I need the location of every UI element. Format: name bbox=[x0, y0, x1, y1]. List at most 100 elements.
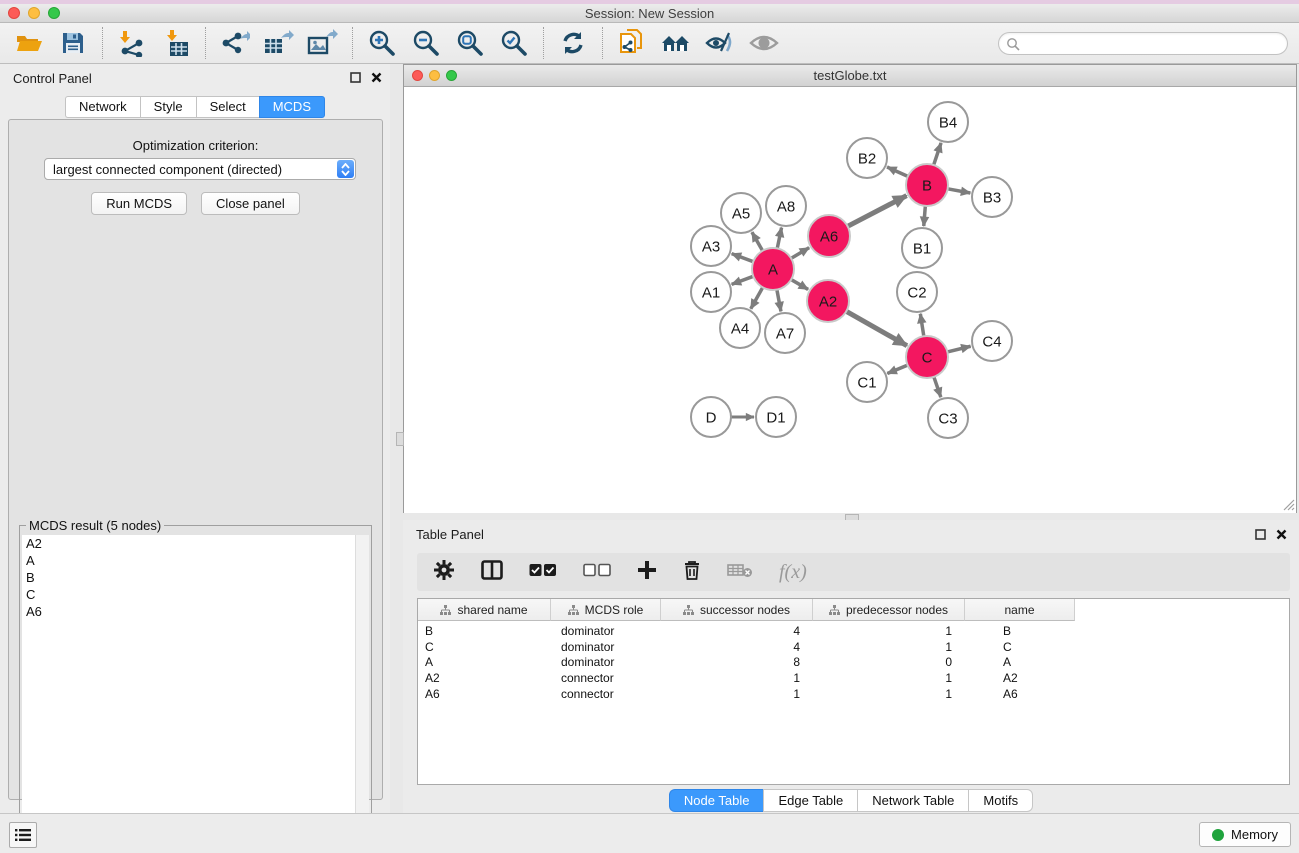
edge-A-A6[interactable] bbox=[791, 248, 809, 259]
titlebar[interactable]: Session: New Session bbox=[0, 4, 1299, 23]
node-C[interactable]: C bbox=[906, 336, 948, 378]
table-row[interactable]: Adominator80A bbox=[418, 654, 1075, 670]
node-A1[interactable]: A1 bbox=[691, 272, 731, 312]
cell-MCDS-role[interactable]: dominator bbox=[551, 639, 661, 655]
cell-predecessor-nodes[interactable]: 1 bbox=[813, 623, 965, 639]
cell-predecessor-nodes[interactable]: 1 bbox=[813, 639, 965, 655]
result-list-item[interactable]: A bbox=[22, 552, 357, 569]
node-A5[interactable]: A5 bbox=[721, 193, 761, 233]
import-table-icon[interactable] bbox=[159, 27, 193, 59]
result-scrollbar[interactable] bbox=[355, 535, 369, 853]
node-B[interactable]: B bbox=[906, 164, 948, 206]
edge-A-A4[interactable] bbox=[751, 287, 763, 308]
zoom-out-icon[interactable] bbox=[409, 27, 443, 59]
tab-mcds[interactable]: MCDS bbox=[259, 96, 325, 118]
cell-name[interactable]: A6 bbox=[965, 686, 1075, 702]
open-file-icon[interactable] bbox=[12, 27, 46, 59]
edge-A-A2[interactable] bbox=[791, 280, 808, 290]
save-session-icon[interactable] bbox=[56, 27, 90, 59]
mcds-result-list[interactable]: A2ABCA6 bbox=[22, 535, 357, 853]
float-panel-icon[interactable] bbox=[1255, 529, 1266, 540]
cell-name[interactable]: A bbox=[965, 654, 1075, 670]
deselect-all-checkboxes-icon[interactable] bbox=[583, 563, 611, 582]
cell-name[interactable]: B bbox=[965, 623, 1075, 639]
cell-predecessor-nodes[interactable]: 1 bbox=[813, 670, 965, 686]
cell-predecessor-nodes[interactable]: 1 bbox=[813, 686, 965, 702]
zoom-fit-icon[interactable] bbox=[453, 27, 487, 59]
cell-shared-name[interactable]: C bbox=[418, 639, 551, 655]
cell-successor-nodes[interactable]: 4 bbox=[661, 639, 813, 655]
tab-select[interactable]: Select bbox=[196, 96, 259, 118]
edge-B-B4[interactable] bbox=[934, 143, 941, 165]
edge-C-C3[interactable] bbox=[934, 377, 941, 397]
cell-MCDS-role[interactable]: connector bbox=[551, 670, 661, 686]
close-panel-icon[interactable] bbox=[371, 72, 382, 83]
zoom-in-icon[interactable] bbox=[365, 27, 399, 59]
column-layout-icon[interactable] bbox=[481, 560, 503, 585]
node-A8[interactable]: A8 bbox=[766, 186, 806, 226]
node-B4[interactable]: B4 bbox=[928, 102, 968, 142]
node-A6[interactable]: A6 bbox=[808, 215, 850, 257]
node-A[interactable]: A bbox=[752, 248, 794, 290]
node-C1[interactable]: C1 bbox=[847, 362, 887, 402]
export-image-icon[interactable] bbox=[306, 27, 340, 59]
tab-network[interactable]: Network bbox=[65, 96, 140, 118]
export-table-icon[interactable] bbox=[262, 27, 296, 59]
edge-A2-C[interactable] bbox=[846, 311, 907, 345]
node-table[interactable]: shared nameMCDS rolesuccessor nodesprede… bbox=[417, 598, 1290, 785]
show-task-history-button[interactable] bbox=[9, 822, 37, 848]
import-network-icon[interactable] bbox=[115, 27, 149, 59]
cell-shared-name[interactable]: A2 bbox=[418, 670, 551, 686]
close-panel-button[interactable]: Close panel bbox=[201, 192, 300, 215]
table-row[interactable]: Cdominator41C bbox=[418, 639, 1075, 655]
create-column-icon[interactable] bbox=[637, 560, 657, 585]
criterion-dropdown[interactable]: largest connected component (directed) bbox=[44, 158, 356, 180]
edge-A6-B[interactable] bbox=[848, 196, 907, 227]
node-D1[interactable]: D1 bbox=[756, 397, 796, 437]
search-input[interactable] bbox=[1020, 36, 1287, 51]
edge-A-A3[interactable] bbox=[732, 254, 754, 262]
search-field[interactable] bbox=[998, 32, 1288, 55]
node-B3[interactable]: B3 bbox=[972, 177, 1012, 217]
cell-shared-name[interactable]: A bbox=[418, 654, 551, 670]
node-D[interactable]: D bbox=[691, 397, 731, 437]
table-row[interactable]: A2connector11A2 bbox=[418, 670, 1075, 686]
tab-motifs[interactable]: Motifs bbox=[968, 789, 1033, 812]
delete-column-icon[interactable] bbox=[683, 560, 701, 585]
select-all-checkboxes-icon[interactable] bbox=[529, 563, 557, 582]
edge-C-C2[interactable] bbox=[920, 314, 923, 337]
tab-node-table[interactable]: Node Table bbox=[669, 789, 764, 812]
cell-successor-nodes[interactable]: 8 bbox=[661, 654, 813, 670]
edge-B-B3[interactable] bbox=[948, 189, 971, 193]
node-C4[interactable]: C4 bbox=[972, 321, 1012, 361]
column-header-MCDS-role[interactable]: MCDS role bbox=[551, 599, 661, 621]
function-builder-icon[interactable]: f(x) bbox=[779, 561, 807, 584]
edge-A-A5[interactable] bbox=[752, 232, 763, 251]
tab-edge-table[interactable]: Edge Table bbox=[763, 789, 857, 812]
node-C3[interactable]: C3 bbox=[928, 398, 968, 438]
edge-A-A1[interactable] bbox=[732, 276, 754, 284]
cell-name[interactable]: A2 bbox=[965, 670, 1075, 686]
node-A3[interactable]: A3 bbox=[691, 226, 731, 266]
table-row[interactable]: Bdominator41B bbox=[418, 623, 1075, 639]
cybrowser-home-icon[interactable] bbox=[659, 27, 693, 59]
result-list-item[interactable]: A2 bbox=[22, 535, 357, 552]
cell-successor-nodes[interactable]: 1 bbox=[661, 670, 813, 686]
cell-predecessor-nodes[interactable]: 0 bbox=[813, 654, 965, 670]
table-row[interactable]: A6connector11A6 bbox=[418, 686, 1075, 702]
node-A7[interactable]: A7 bbox=[765, 313, 805, 353]
result-list-item[interactable]: A6 bbox=[22, 603, 357, 620]
edge-A-A7[interactable] bbox=[777, 290, 781, 312]
column-header-name[interactable]: name bbox=[965, 599, 1075, 621]
close-panel-icon[interactable] bbox=[1276, 529, 1287, 540]
clone-network-icon[interactable] bbox=[615, 27, 649, 59]
node-C2[interactable]: C2 bbox=[897, 272, 937, 312]
refresh-icon[interactable] bbox=[556, 27, 590, 59]
node-B2[interactable]: B2 bbox=[847, 138, 887, 178]
edge-A-A8[interactable] bbox=[777, 228, 781, 249]
edge-C-C1[interactable] bbox=[887, 365, 907, 373]
node-A4[interactable]: A4 bbox=[720, 308, 760, 348]
settings-gear-icon[interactable] bbox=[433, 559, 455, 586]
column-header-successor-nodes[interactable]: successor nodes bbox=[661, 599, 813, 621]
network-graph-canvas[interactable]: B4B2BB3A5A8A6A3B1AA1C2A2A4A7C4CC1C3DD1 bbox=[404, 87, 1296, 513]
